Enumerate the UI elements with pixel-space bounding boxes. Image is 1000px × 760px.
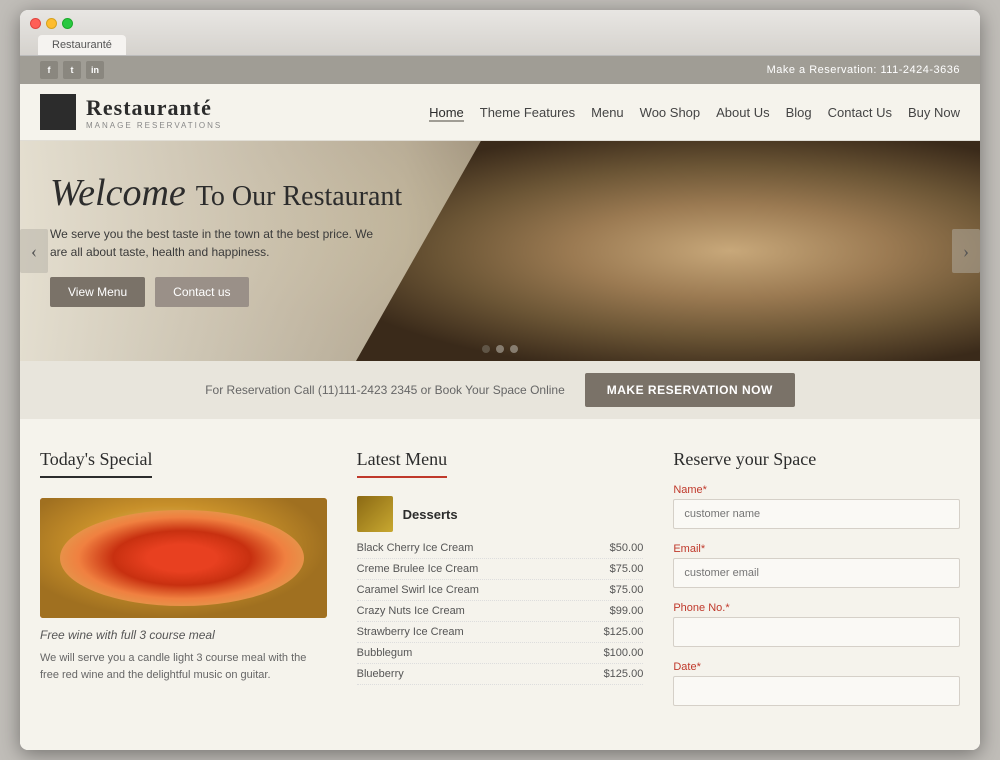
- menu-item-name: Bubblegum: [357, 647, 413, 659]
- hero-title-main: To Our Restaurant: [196, 181, 402, 212]
- menu-item-price: $99.00: [610, 605, 644, 617]
- hero-title-line: Welcome To Our Restaurant: [50, 171, 470, 215]
- site-name: Restauranté: [86, 95, 222, 121]
- menu-item: Blueberry $125.00: [357, 664, 644, 685]
- linkedin-icon[interactable]: in: [86, 61, 104, 79]
- special-description: We will serve you a candle light 3 cours…: [40, 650, 327, 683]
- latest-menu-title: Latest Menu: [357, 449, 447, 478]
- hero-next-button[interactable]: ›: [952, 229, 980, 273]
- make-reservation-button[interactable]: MAKE RESERVATION NOW: [585, 373, 795, 407]
- date-label: Date*: [673, 661, 960, 673]
- name-field-group: Name*: [673, 484, 960, 539]
- name-label: Name*: [673, 484, 960, 496]
- nav-buy-now[interactable]: Buy Now: [908, 103, 960, 122]
- maximize-button[interactable]: [62, 18, 73, 29]
- menu-item: Black Cherry Ice Cream $50.00: [357, 538, 644, 559]
- main-nav: Home Theme Features Menu Woo Shop About …: [429, 103, 960, 122]
- logo-text-wrap: Restauranté Manage Reservations: [86, 95, 222, 130]
- facebook-icon[interactable]: f: [40, 61, 58, 79]
- menu-item-price: $125.00: [604, 668, 644, 680]
- main-content: Today's Special Free wine with full 3 co…: [20, 419, 980, 750]
- menu-item-price: $75.00: [610, 563, 644, 575]
- nav-woo-shop[interactable]: Woo Shop: [640, 103, 700, 122]
- menu-item-price: $50.00: [610, 542, 644, 554]
- menu-item-name: Black Cherry Ice Cream: [357, 542, 474, 554]
- twitter-icon[interactable]: t: [63, 61, 81, 79]
- menu-category: Desserts: [357, 496, 644, 532]
- browser-buttons: [30, 18, 970, 35]
- special-caption: Free wine with full 3 course meal: [40, 628, 327, 642]
- hero-description: We serve you the best taste in the town …: [50, 225, 390, 261]
- email-label: Email*: [673, 543, 960, 555]
- nav-blog[interactable]: Blog: [786, 103, 812, 122]
- menu-item-name: Crazy Nuts Ice Cream: [357, 605, 465, 617]
- logo-icon: [40, 94, 76, 130]
- todays-special-title: Today's Special: [40, 449, 152, 478]
- hero-section: ‹ Welcome To Our Restaurant We serve you…: [20, 141, 980, 361]
- latest-menu-section: Latest Menu Desserts Black Cherry Ice Cr…: [357, 449, 644, 720]
- email-required: *: [701, 543, 705, 555]
- nav-menu[interactable]: Menu: [591, 103, 624, 122]
- category-image: [357, 496, 393, 532]
- website-content: f t in Make a Reservation: 111-2424-3636…: [20, 56, 980, 750]
- phone-label: Phone No.*: [673, 602, 960, 614]
- name-input[interactable]: [673, 499, 960, 529]
- nav-home[interactable]: Home: [429, 103, 464, 122]
- hero-title-welcome: Welcome: [50, 172, 186, 214]
- hero-dots: [482, 345, 518, 353]
- menu-item: Creme Brulee Ice Cream $75.00: [357, 559, 644, 580]
- reserve-section: Reserve your Space Name* Email* Phone No…: [673, 449, 960, 720]
- menu-item: Caramel Swirl Ice Cream $75.00: [357, 580, 644, 601]
- reserve-title: Reserve your Space: [673, 449, 816, 476]
- browser-window: Restauranté f t in Make a Reservation: 1…: [20, 10, 980, 750]
- top-bar: f t in Make a Reservation: 111-2424-3636: [20, 56, 980, 84]
- reservation-text: For Reservation Call (11)111-2423 2345 o…: [205, 383, 565, 397]
- email-input[interactable]: [673, 558, 960, 588]
- menu-item: Bubblegum $100.00: [357, 643, 644, 664]
- nav-theme-features[interactable]: Theme Features: [480, 103, 575, 122]
- browser-chrome: Restauranté: [20, 10, 980, 56]
- phone-required: *: [725, 602, 729, 614]
- menu-item-name: Caramel Swirl Ice Cream: [357, 584, 479, 596]
- dot-3[interactable]: [510, 345, 518, 353]
- reservation-bar: For Reservation Call (11)111-2423 2345 o…: [20, 361, 980, 419]
- hero-buttons: View Menu Contact us: [50, 277, 470, 307]
- browser-tab[interactable]: Restauranté: [38, 35, 126, 55]
- menu-items-list: Black Cherry Ice Cream $50.00 Creme Brulee…: [357, 538, 644, 685]
- menu-item-price: $75.00: [610, 584, 644, 596]
- dot-2[interactable]: [496, 345, 504, 353]
- name-required: *: [703, 484, 707, 496]
- date-field-group: Date*: [673, 661, 960, 716]
- special-image: [40, 498, 327, 618]
- social-icons: f t in: [40, 61, 104, 79]
- phone-field-group: Phone No.*: [673, 602, 960, 657]
- minimize-button[interactable]: [46, 18, 57, 29]
- site-tagline: Manage Reservations: [86, 121, 222, 130]
- category-name: Desserts: [403, 507, 458, 522]
- menu-item-name: Creme Brulee Ice Cream: [357, 563, 479, 575]
- site-header: Restauranté Manage Reservations Home The…: [20, 84, 980, 141]
- menu-item-name: Strawberry Ice Cream: [357, 626, 464, 638]
- email-field-group: Email*: [673, 543, 960, 598]
- date-input[interactable]: [673, 676, 960, 706]
- logo-area: Restauranté Manage Reservations: [40, 94, 222, 130]
- pizza-visual: [40, 498, 327, 618]
- menu-item-price: $100.00: [604, 647, 644, 659]
- menu-item-name: Blueberry: [357, 668, 404, 680]
- hero-prev-button[interactable]: ‹: [20, 229, 48, 273]
- nav-contact-us[interactable]: Contact Us: [828, 103, 892, 122]
- menu-item: Strawberry Ice Cream $125.00: [357, 622, 644, 643]
- hero-content: Welcome To Our Restaurant We serve you t…: [20, 141, 500, 337]
- view-menu-button[interactable]: View Menu: [50, 277, 145, 307]
- date-required: *: [697, 661, 701, 673]
- nav-about-us[interactable]: About Us: [716, 103, 769, 122]
- close-button[interactable]: [30, 18, 41, 29]
- menu-item: Crazy Nuts Ice Cream $99.00: [357, 601, 644, 622]
- contact-button[interactable]: Contact us: [155, 277, 248, 307]
- dot-1[interactable]: [482, 345, 490, 353]
- menu-item-price: $125.00: [604, 626, 644, 638]
- reservation-phone: Make a Reservation: 111-2424-3636: [767, 64, 960, 76]
- phone-input[interactable]: [673, 617, 960, 647]
- todays-special-section: Today's Special Free wine with full 3 co…: [40, 449, 327, 720]
